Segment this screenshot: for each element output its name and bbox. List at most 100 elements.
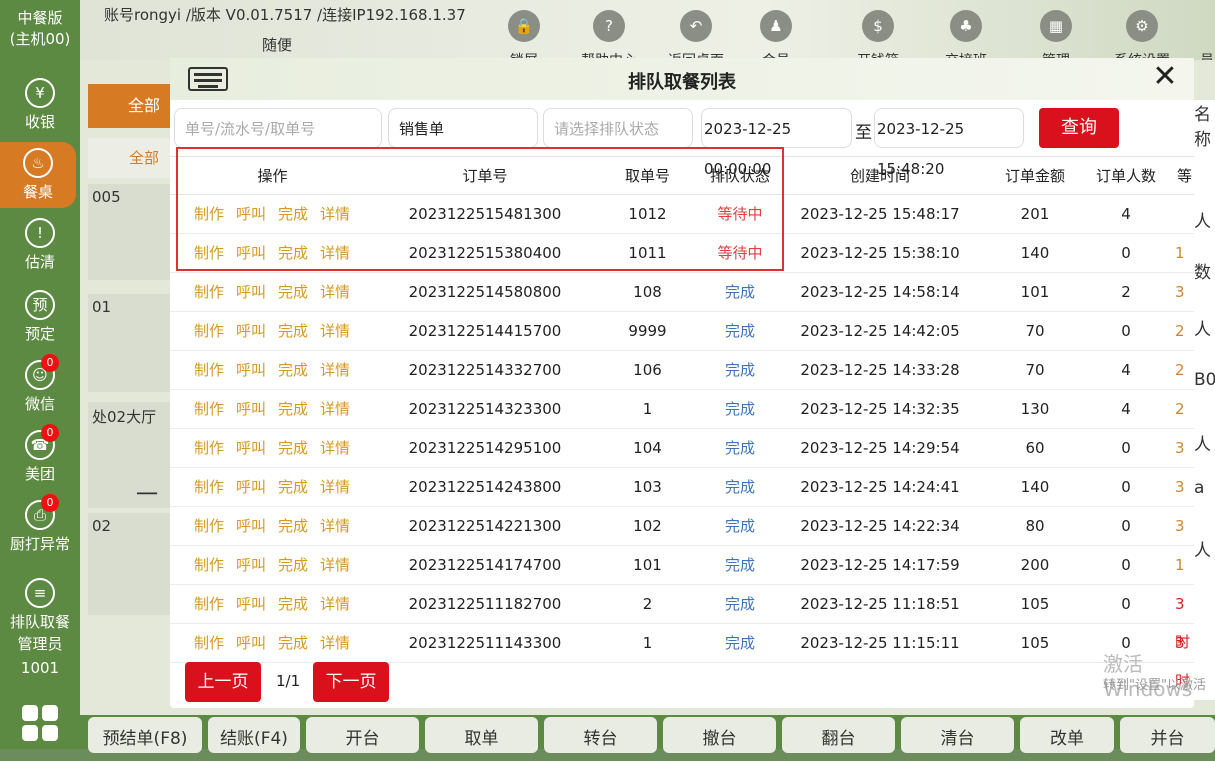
bottom-action-button[interactable]: 取单: [425, 717, 538, 753]
row-action-2[interactable]: 完成: [278, 546, 308, 584]
next-page-button[interactable]: 下一页: [313, 662, 389, 702]
row-action-2[interactable]: 完成: [278, 468, 308, 506]
cell[interactable]: 完成: [690, 624, 790, 662]
row-action-0[interactable]: 制作: [194, 312, 224, 350]
row-action-3[interactable]: 详情: [320, 273, 350, 311]
row-action-1[interactable]: 呼叫: [236, 429, 266, 467]
start-date-input[interactable]: 2023-12-25 00:00:00: [701, 108, 852, 178]
row-action-1[interactable]: 呼叫: [236, 546, 266, 584]
table-card[interactable]: 02: [88, 513, 178, 615]
order-type-select[interactable]: 销售单: [388, 108, 538, 148]
row-action-2[interactable]: 完成: [278, 312, 308, 350]
row-action-3[interactable]: 详情: [320, 351, 350, 389]
row-action-1[interactable]: 呼叫: [236, 585, 266, 623]
bottom-action-button[interactable]: 改单: [1020, 717, 1114, 753]
row-action-0[interactable]: 制作: [194, 546, 224, 584]
top-icon-7[interactable]: ⚙: [1126, 10, 1158, 42]
sidebar-item-3[interactable]: 预预定: [0, 290, 80, 354]
sidebar-item-label: 估清: [24, 253, 55, 271]
cell[interactable]: 完成: [690, 312, 790, 350]
row-action-2[interactable]: 完成: [278, 390, 308, 428]
cell[interactable]: 完成: [690, 390, 790, 428]
cell: 2: [1175, 322, 1185, 340]
row-action-2[interactable]: 完成: [278, 273, 308, 311]
cell: 1: [1175, 556, 1185, 574]
row-action-1[interactable]: 呼叫: [236, 507, 266, 545]
row-action-0[interactable]: 制作: [194, 507, 224, 545]
row-action-0[interactable]: 制作: [194, 390, 224, 428]
bottom-action-button[interactable]: 撤台: [663, 717, 776, 753]
table-card[interactable]: 处02大厅一样: [88, 402, 178, 540]
bottom-action-button[interactable]: 开台: [306, 717, 419, 753]
apps-grid-icon[interactable]: [22, 705, 60, 749]
bottom-action-button[interactable]: 翻台: [782, 717, 895, 753]
row-action-0[interactable]: 制作: [194, 351, 224, 389]
row-action-2[interactable]: 完成: [278, 429, 308, 467]
top-icon-2[interactable]: ↶: [680, 10, 712, 42]
row-action-1[interactable]: 呼叫: [236, 351, 266, 389]
row-action-2[interactable]: 完成: [278, 507, 308, 545]
cell: 2023-12-25 11:15:11: [800, 634, 960, 652]
cell[interactable]: 完成: [690, 273, 790, 311]
row-action-3[interactable]: 详情: [320, 546, 350, 584]
sidebar-item-0[interactable]: ¥ 收银: [0, 78, 80, 142]
order-search-input[interactable]: 单号/流水号/取单号: [174, 108, 382, 148]
row-action-1[interactable]: 呼叫: [236, 468, 266, 506]
cell: 200: [1020, 556, 1050, 574]
cell: 2023122514295100: [408, 439, 562, 457]
sidebar-item-6[interactable]: ⎙ 0 厨打异常: [0, 494, 80, 564]
top-icon-1[interactable]: ?: [593, 10, 625, 42]
cell[interactable]: 完成: [690, 351, 790, 389]
top-icon-3[interactable]: ♟: [760, 10, 792, 42]
top-icon-4[interactable]: $: [862, 10, 894, 42]
row-action-0[interactable]: 制作: [194, 429, 224, 467]
query-button[interactable]: 查询: [1039, 108, 1119, 148]
bottom-action-button[interactable]: 转台: [544, 717, 657, 753]
row-action-3[interactable]: 详情: [320, 585, 350, 623]
row-action-2[interactable]: 完成: [278, 585, 308, 623]
bottom-action-button[interactable]: 预结单(F8): [88, 717, 202, 753]
cell[interactable]: 完成: [690, 546, 790, 584]
close-icon[interactable]: ✕: [1150, 62, 1180, 92]
row-action-3[interactable]: 详情: [320, 390, 350, 428]
highlight-box: [176, 147, 784, 271]
cell: 70: [1025, 361, 1045, 379]
top-icon-5[interactable]: ♣: [950, 10, 982, 42]
bottom-action-button[interactable]: 结账(F4): [208, 717, 300, 753]
sidebar-item-5[interactable]: ☎ 0 美团: [0, 424, 80, 494]
cell[interactable]: 完成: [690, 585, 790, 623]
top-icon-6[interactable]: ▦: [1040, 10, 1072, 42]
sidebar-item-1[interactable]: ♨ 餐桌: [0, 142, 76, 208]
prev-page-button[interactable]: 上一页: [185, 662, 261, 702]
row-action-3[interactable]: 详情: [320, 429, 350, 467]
row-action-3[interactable]: 详情: [320, 312, 350, 350]
date-range-separator: 至: [855, 123, 872, 143]
bottom-action-button[interactable]: 清台: [901, 717, 1014, 753]
row-action-2[interactable]: 完成: [278, 351, 308, 389]
cell[interactable]: 完成: [690, 507, 790, 545]
row-action-1[interactable]: 呼叫: [236, 273, 266, 311]
cell: 2023122514243800: [408, 478, 562, 496]
row-action-0[interactable]: 制作: [194, 468, 224, 506]
row-action-1[interactable]: 呼叫: [236, 624, 266, 662]
top-icon-0[interactable]: 🔒: [508, 10, 540, 42]
row-action-2[interactable]: 完成: [278, 624, 308, 662]
row-action-0[interactable]: 制作: [194, 273, 224, 311]
table-card[interactable]: 005: [88, 184, 178, 280]
row-action-3[interactable]: 详情: [320, 507, 350, 545]
row-action-3[interactable]: 详情: [320, 468, 350, 506]
row-action-0[interactable]: 制作: [194, 624, 224, 662]
table-card[interactable]: 01: [88, 294, 178, 392]
cell[interactable]: 完成: [690, 429, 790, 467]
bottom-action-button[interactable]: 并台: [1120, 717, 1215, 753]
row-action-1[interactable]: 呼叫: [236, 312, 266, 350]
end-date-input[interactable]: 2023-12-25 15:48:20: [874, 108, 1024, 178]
cell[interactable]: 完成: [690, 468, 790, 506]
row-action-1[interactable]: 呼叫: [236, 390, 266, 428]
sidebar-item-4[interactable]: ☺ 0 微信: [0, 354, 80, 424]
queue-status-select[interactable]: 请选择排队状态: [543, 108, 693, 148]
cell: 106: [633, 361, 662, 379]
sidebar-item-2[interactable]: ! 估清: [0, 218, 80, 282]
row-action-3[interactable]: 详情: [320, 624, 350, 662]
row-action-0[interactable]: 制作: [194, 585, 224, 623]
